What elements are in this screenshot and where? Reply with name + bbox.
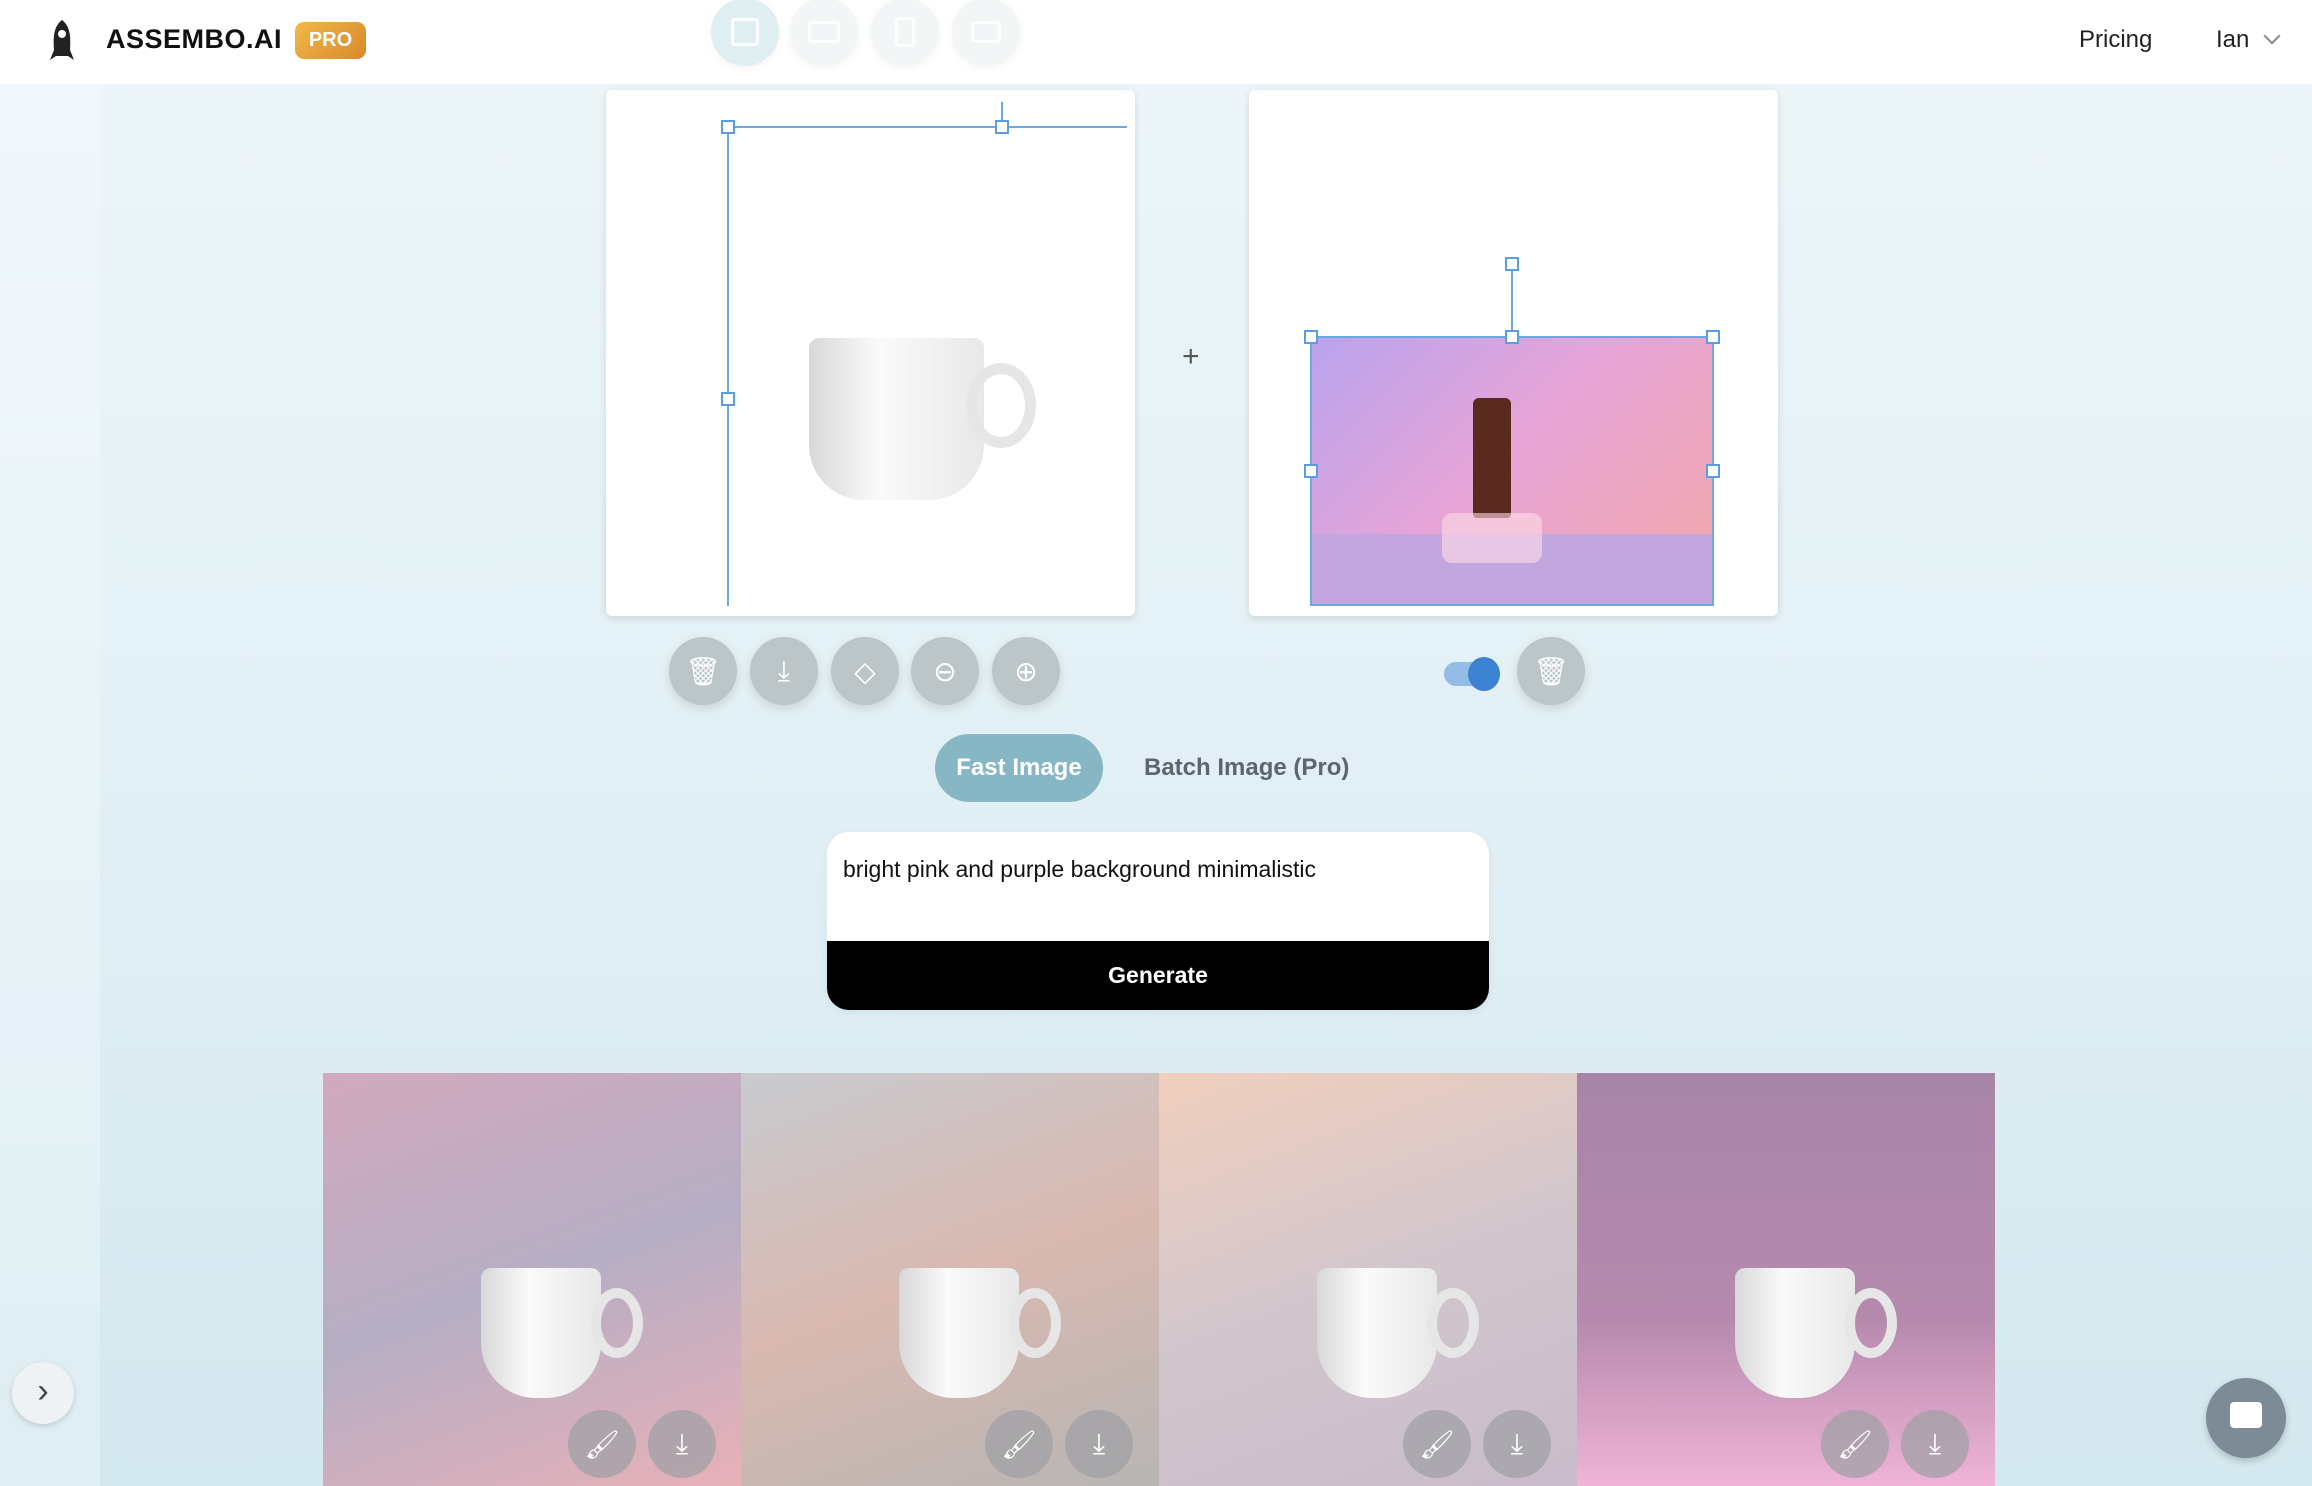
download-icon: ⤓: [675, 1427, 689, 1459]
pro-badge: PRO: [295, 22, 366, 59]
resize-handle[interactable]: [1505, 330, 1519, 344]
chevron-right-icon: ›: [37, 1372, 49, 1410]
wide-icon: [971, 21, 1001, 43]
resize-handle[interactable]: [1304, 464, 1318, 478]
download-result-button[interactable]: ⤓: [1483, 1410, 1551, 1478]
expand-sidebar-button[interactable]: ›: [12, 1362, 74, 1424]
resize-handle[interactable]: [1706, 330, 1720, 344]
aspect-portrait-button[interactable]: [871, 0, 939, 66]
portrait-icon: [895, 17, 915, 47]
brush-icon: 🖌: [1001, 1428, 1037, 1460]
landscape-icon: [808, 21, 840, 43]
chat-icon: [2230, 1402, 2262, 1428]
download-result-button[interactable]: ⤓: [1065, 1410, 1133, 1478]
product-canvas[interactable]: [606, 90, 1135, 616]
download-icon: ⤓: [1928, 1427, 1942, 1459]
edit-result-button[interactable]: 🖌: [568, 1410, 636, 1478]
eraser-button[interactable]: ◇: [831, 637, 899, 705]
resize-handle[interactable]: [995, 120, 1009, 134]
top-bar: ASSEMBO.AI PRO Pricing Ian: [0, 0, 2312, 84]
resize-handle[interactable]: [1706, 464, 1720, 478]
tab-batch-image[interactable]: Batch Image (Pro): [1144, 754, 1349, 782]
selection-edge: [727, 126, 729, 606]
tab-fast-image[interactable]: Fast Image: [935, 734, 1103, 802]
square-icon: [731, 18, 759, 46]
brush-icon: 🖌: [1837, 1428, 1873, 1460]
download-icon: ⤓: [777, 654, 791, 686]
zoom-in-button[interactable]: ⊕: [992, 637, 1060, 705]
zoom-out-icon: ⊖: [933, 655, 957, 687]
generate-button[interactable]: Generate: [827, 941, 1489, 1010]
edit-result-button[interactable]: 🖌: [1821, 1410, 1889, 1478]
download-icon: ⤓: [1092, 1427, 1106, 1459]
rotate-line: [1511, 262, 1513, 336]
aspect-wide-button[interactable]: [952, 0, 1020, 66]
reference-canvas[interactable]: [1249, 90, 1778, 616]
rotate-handle[interactable]: [1505, 257, 1519, 271]
zoom-in-icon: ⊕: [1014, 655, 1038, 687]
trash-icon: 🗑: [685, 655, 721, 687]
aspect-square-button[interactable]: [711, 0, 779, 66]
resize-handle[interactable]: [1304, 330, 1318, 344]
rocket-logo-icon: [50, 20, 74, 60]
plus-icon: +: [1182, 340, 1200, 373]
zoom-out-button[interactable]: ⊖: [911, 637, 979, 705]
aspect-landscape-button[interactable]: [790, 0, 858, 66]
trash-icon: 🗑: [1533, 655, 1569, 687]
delete-button[interactable]: 🗑: [669, 637, 737, 705]
user-menu[interactable]: Ian: [2216, 26, 2249, 54]
download-result-button[interactable]: ⤓: [1901, 1410, 1969, 1478]
reference-image[interactable]: [1310, 336, 1714, 606]
edit-result-button[interactable]: 🖌: [1403, 1410, 1471, 1478]
edit-result-button[interactable]: 🖌: [985, 1410, 1053, 1478]
eraser-icon: ◇: [854, 655, 876, 687]
download-button[interactable]: ⤓: [750, 637, 818, 705]
resize-handle[interactable]: [721, 120, 735, 134]
download-icon: ⤓: [1510, 1427, 1524, 1459]
pricing-link[interactable]: Pricing: [2079, 26, 2152, 54]
chevron-down-icon[interactable]: [2263, 27, 2281, 45]
delete-reference-button[interactable]: 🗑: [1517, 637, 1585, 705]
brand-name[interactable]: ASSEMBO.AI: [106, 24, 282, 55]
chat-button[interactable]: [2206, 1378, 2286, 1458]
prompt-box: bright pink and purple background minima…: [827, 832, 1489, 1010]
brush-icon: 🖌: [584, 1428, 620, 1460]
reference-toggle[interactable]: [1444, 657, 1500, 691]
prompt-input[interactable]: bright pink and purple background minima…: [827, 832, 1489, 941]
resize-handle[interactable]: [721, 392, 735, 406]
brush-icon: 🖌: [1419, 1428, 1455, 1460]
download-result-button[interactable]: ⤓: [648, 1410, 716, 1478]
sidebar-strip: [0, 84, 100, 1486]
selection-edge: [727, 126, 1127, 128]
